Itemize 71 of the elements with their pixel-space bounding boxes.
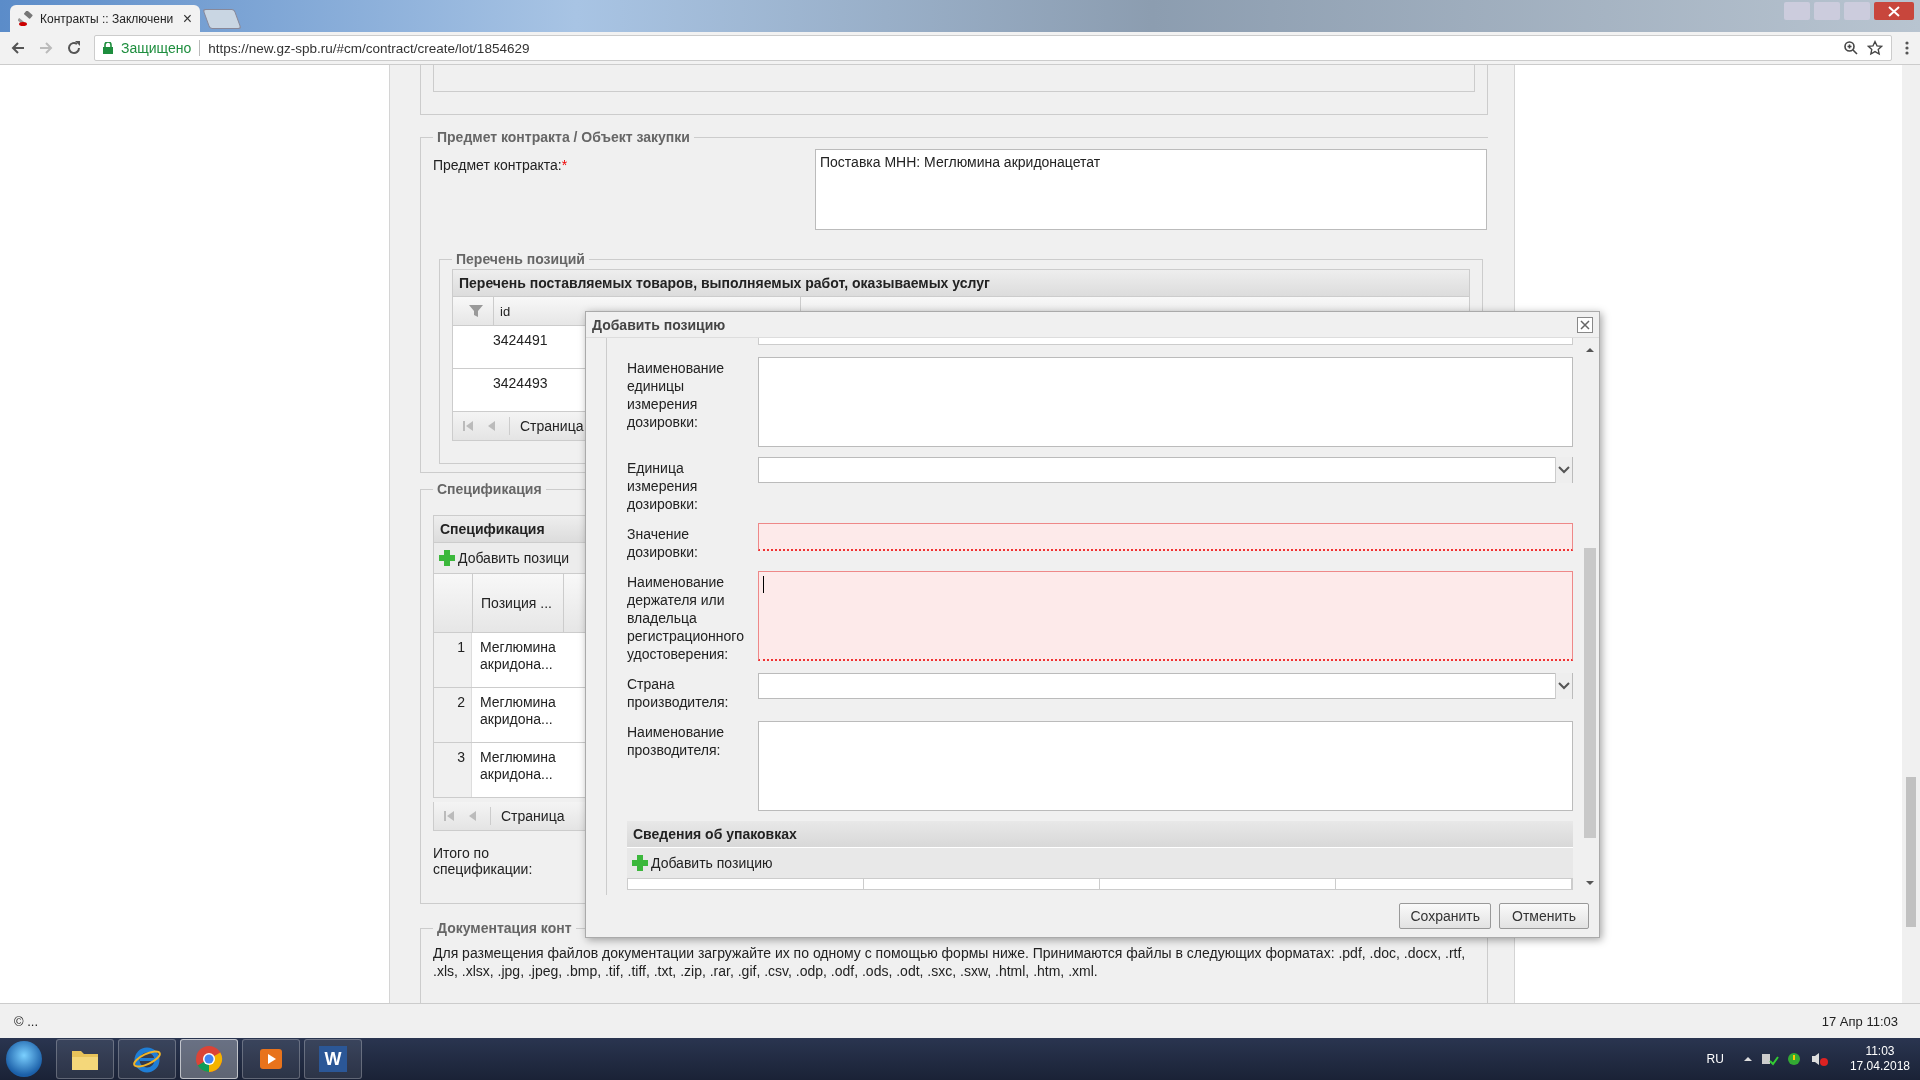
- zoom-icon[interactable]: [1843, 40, 1859, 56]
- dialog-button[interactable]: Сохранить: [1399, 903, 1491, 929]
- section-legend: Предмет контракта / Объект закупки: [433, 129, 694, 145]
- section-legend: Спецификация: [433, 481, 546, 497]
- plus-icon: [438, 549, 456, 567]
- taskbar-app-button[interactable]: [56, 1039, 114, 1079]
- dropdown-field[interactable]: [758, 457, 1573, 483]
- pager-label: Страница: [501, 808, 565, 824]
- field-label: Страна производителя:: [627, 675, 730, 711]
- play-icon: [258, 1046, 284, 1072]
- browser-circle-icon: [195, 1045, 223, 1073]
- scroll-up-icon[interactable]: [1585, 346, 1595, 354]
- lock-icon: [103, 42, 113, 54]
- dialog-button[interactable]: Отменить: [1499, 903, 1589, 929]
- row-number: 1: [434, 633, 472, 687]
- status-datetime: 17 Апр 11:03: [1821, 1013, 1898, 1029]
- packaging-header: Сведения об упаковках: [627, 821, 1573, 847]
- plus-icon: [631, 854, 649, 872]
- secure-label: Защищено: [121, 40, 192, 56]
- row-number: 3: [434, 743, 472, 797]
- field-label: Наименование единицы измерения дозировки:: [627, 359, 726, 432]
- pager-label: Страница: [520, 418, 584, 434]
- start-button[interactable]: [6, 1041, 42, 1077]
- upload-instructions: Для размещения файлов документации загружайте их по одному с помощью формы ниже. Принимаются файлы в следующих форматах: .pdf, .doc, .docx, .rtf, .xls, .xlsx, .jpg, .jpeg, .bmp, .tif, .tiff, .txt, .zip, .rar, .gif, .csv, .odp, .odf, .ods, .odt, .sxc, .sxw, .html, .htm, .xml.: [433, 944, 1467, 980]
- dialog-title: Добавить позицию: [592, 316, 726, 333]
- field-label: Единица измерения дозировки:: [627, 459, 699, 513]
- menu-icon[interactable]: [1904, 40, 1910, 56]
- table-cell-text: 3424493: [492, 374, 548, 391]
- table-cell-text: Меглюмина акридона...: [479, 638, 557, 674]
- table-cell-text: Меглюмина акридона...: [479, 748, 557, 784]
- text-area-field[interactable]: [758, 357, 1573, 447]
- scroll-down-icon[interactable]: [1585, 879, 1595, 887]
- page-scrollbar[interactable]: [1902, 65, 1920, 1003]
- table-cell-text: 3424491: [492, 331, 548, 348]
- url-text: https://new.gz-spb.ru/#cm/contract/create/lot/1854629: [208, 40, 530, 56]
- clock-time[interactable]: 11:03: [1865, 1044, 1895, 1059]
- word-app-icon: W: [319, 1046, 347, 1072]
- row-number: 2: [434, 688, 472, 742]
- reload-icon[interactable]: [66, 40, 82, 56]
- dropdown-field[interactable]: [758, 673, 1573, 699]
- section-legend: Перечень позиций: [452, 251, 589, 267]
- language-indicator[interactable]: RU: [1706, 1052, 1724, 1066]
- total-label: Итого по спецификации:: [433, 845, 534, 877]
- text-area-field[interactable]: [758, 571, 1573, 661]
- star-icon[interactable]: [1867, 40, 1883, 56]
- back-icon[interactable]: [10, 40, 26, 56]
- status-text: © ...: [14, 1013, 39, 1029]
- browser-e-icon: [132, 1045, 162, 1073]
- taskbar-app-button[interactable]: [242, 1039, 300, 1079]
- table-cell-text: Меглюмина акридона...: [479, 693, 557, 729]
- taskbar-app-button[interactable]: W: [304, 1039, 362, 1079]
- gavel-icon: [18, 10, 34, 27]
- field-label: Предмет контракта:*: [433, 156, 569, 175]
- column-header[interactable]: Позиция ...: [472, 574, 563, 632]
- add-packaging-button[interactable]: Добавить позицию: [627, 854, 777, 872]
- close-tab-button[interactable]: ×: [182, 9, 192, 28]
- filter-icon[interactable]: [468, 303, 484, 319]
- contract-subject-field[interactable]: Поставка МНН: Меглюмина акридонацетат: [815, 149, 1487, 230]
- section-legend: Документация конт: [433, 920, 576, 936]
- browser-tab[interactable]: Контракты :: Заключени ×: [10, 5, 200, 32]
- text-area-field[interactable]: [758, 721, 1573, 811]
- clock-date[interactable]: 17.04.2018: [1849, 1059, 1910, 1074]
- add-position-button[interactable]: Добавить позици: [434, 549, 574, 567]
- taskbar-app-button[interactable]: [118, 1039, 176, 1079]
- grid-title: Перечень поставляемых товаров, выполняемых работ, оказываемых услуг: [452, 269, 1470, 297]
- tab-title: Контракты :: Заключени: [40, 11, 175, 26]
- field-label: Наименование держателя или владельца регистрационного удостоверения:: [627, 573, 745, 663]
- new-tab-button[interactable]: [202, 9, 242, 29]
- field-label: Наименование прозводителя:: [627, 723, 726, 760]
- close-icon[interactable]: [1577, 316, 1593, 333]
- address-field[interactable]: Защищено https://new.gz-spb.ru/#cm/contract/create/lot/1854629: [94, 35, 1892, 61]
